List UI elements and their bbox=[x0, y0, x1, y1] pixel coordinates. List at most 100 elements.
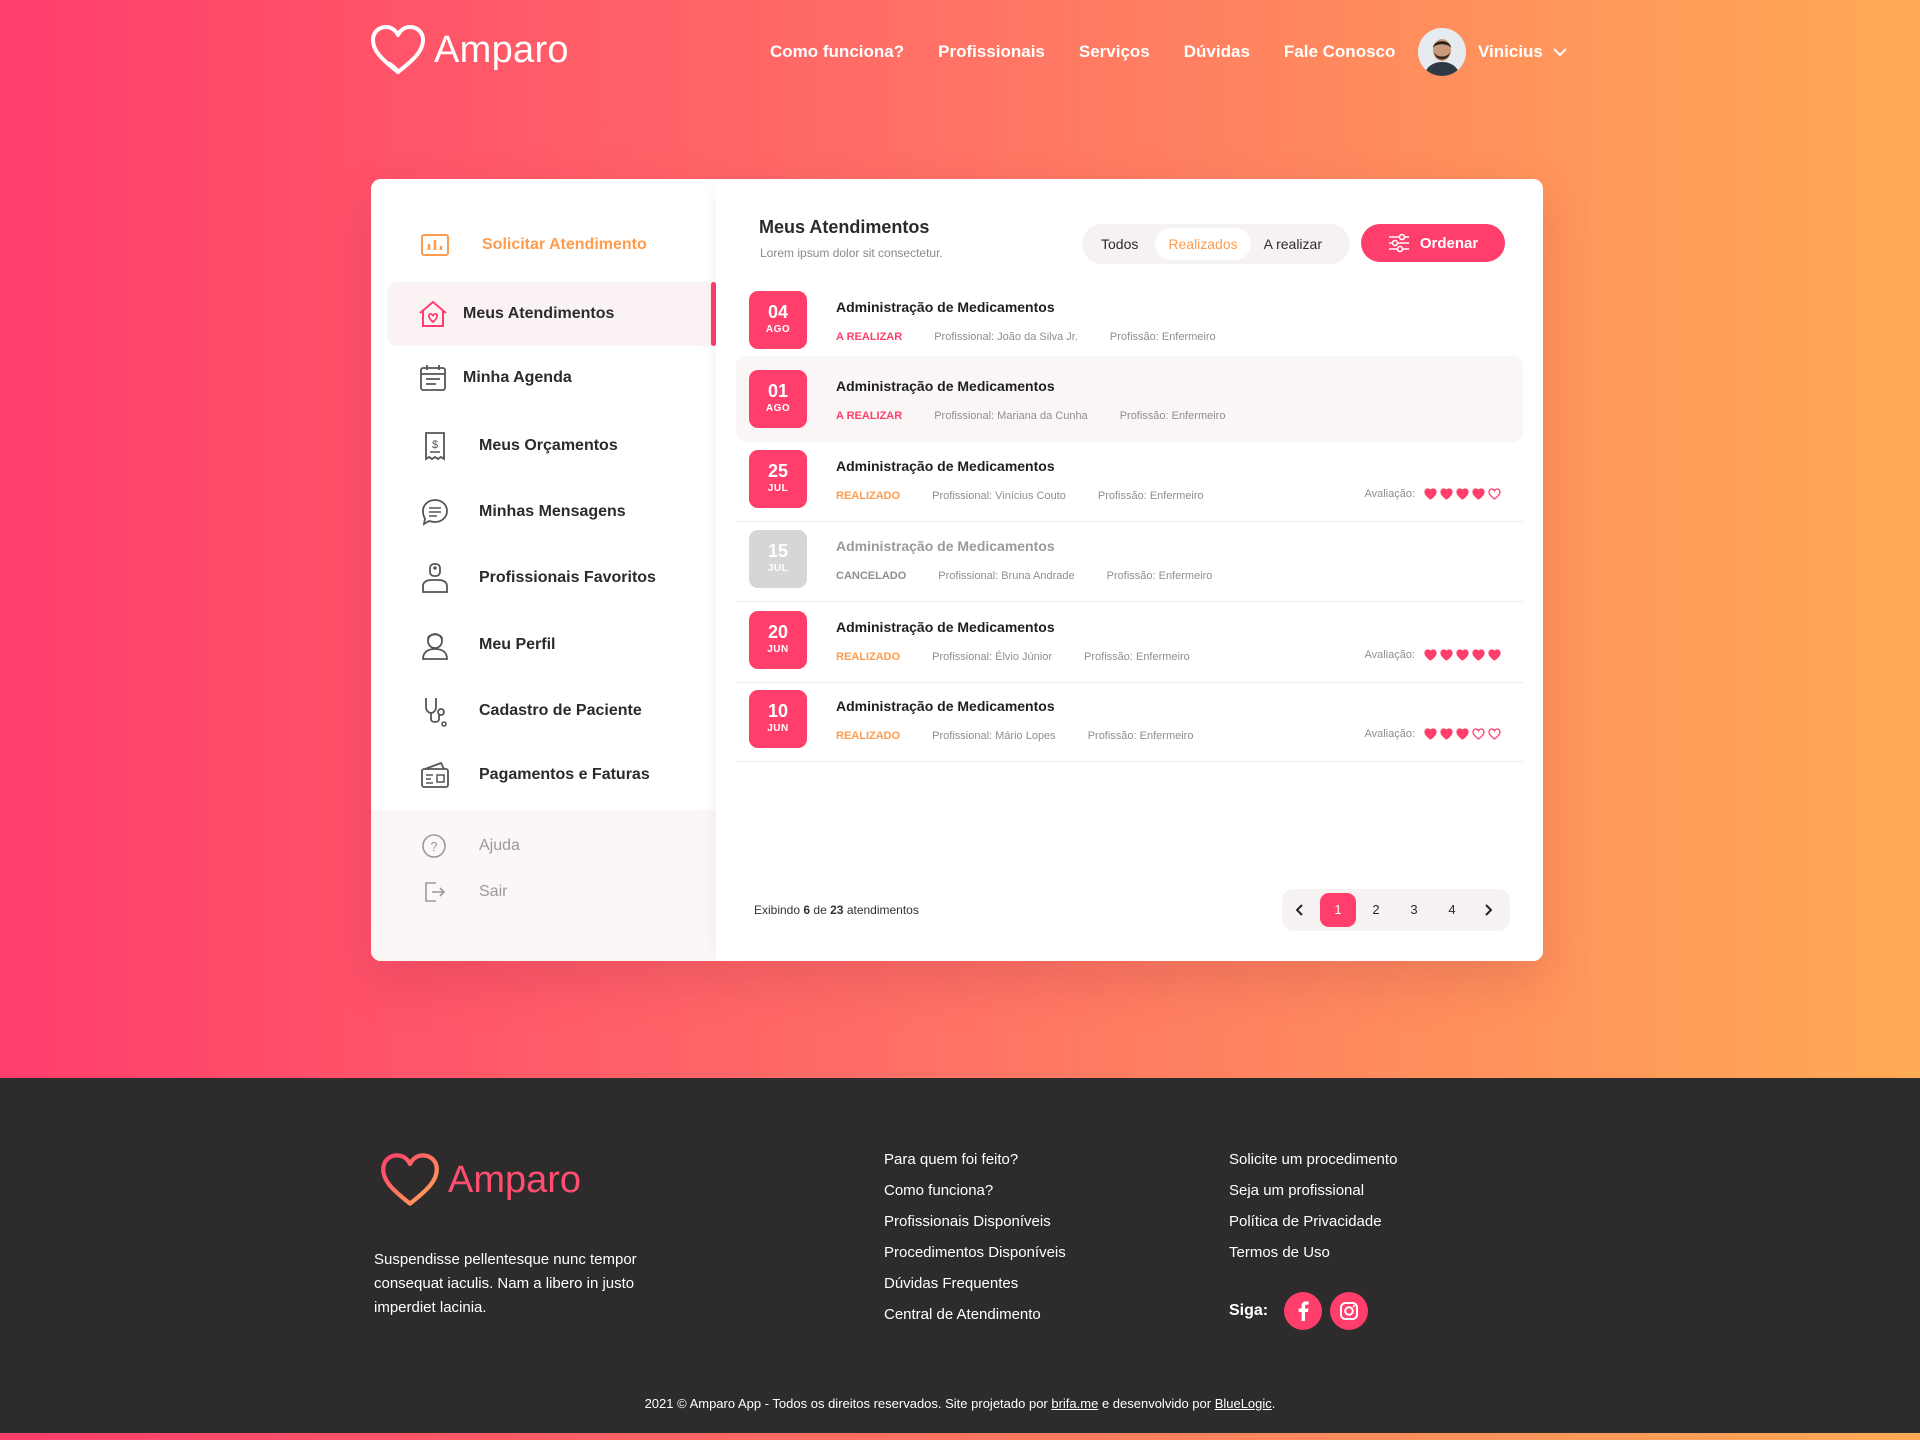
sidebar-item-agenda[interactable]: Minha Agenda bbox=[387, 346, 716, 410]
order-button[interactable]: Ordenar bbox=[1361, 224, 1505, 262]
appointment-title: Administração de Medicamentos bbox=[836, 619, 1055, 635]
filter-a-realizar[interactable]: A realizar bbox=[1251, 228, 1335, 260]
appointment-row[interactable]: 01 AGO Administração de Medicamentos A REAL… bbox=[736, 356, 1523, 442]
nav-como-funciona[interactable]: Como funciona? bbox=[770, 42, 904, 62]
sidebar-item-label: Minha Agenda bbox=[463, 369, 572, 386]
sidebar-item-label: Meu Perfil bbox=[479, 636, 556, 653]
next-page-button[interactable] bbox=[1470, 893, 1506, 927]
sidebar-item-perfil[interactable]: Meu Perfil bbox=[387, 613, 716, 677]
footer-link[interactable]: Termos de Uso bbox=[1229, 1237, 1397, 1268]
heart-logo-icon bbox=[371, 25, 425, 74]
logout-label: Sair bbox=[479, 883, 508, 900]
footer-logo[interactable]: Amparo bbox=[380, 1152, 581, 1208]
date-month: JUN bbox=[767, 723, 789, 734]
appointment-row[interactable]: 15 JUL Administração de Medicamentos CANCEL… bbox=[736, 516, 1523, 602]
date-month: JUL bbox=[767, 563, 789, 574]
brifa-link[interactable]: brifa.me bbox=[1051, 1396, 1098, 1411]
sidebar-item-meus-atendimentos[interactable]: Meus Atendimentos bbox=[387, 282, 716, 346]
prev-page-button[interactable] bbox=[1282, 893, 1318, 927]
footer-link[interactable]: Profissionais Disponíveis bbox=[884, 1206, 1066, 1237]
chevron-right-icon bbox=[1485, 904, 1492, 916]
chart-icon bbox=[421, 234, 449, 256]
profession: Profissão: Enfermeiro bbox=[1097, 490, 1204, 502]
date-day: 20 bbox=[767, 622, 789, 642]
social-links: Siga: bbox=[1229, 1292, 1369, 1330]
logout-link[interactable]: Sair bbox=[387, 870, 716, 914]
heart-filled-icon bbox=[1472, 488, 1485, 500]
date-day: 01 bbox=[767, 381, 789, 401]
footer-gradient-bar bbox=[0, 1433, 1920, 1440]
instagram-button[interactable] bbox=[1330, 1292, 1369, 1330]
appointment-row[interactable]: 04 AGO Administração de Medicamentos A REAL… bbox=[736, 277, 1523, 363]
heart-filled-icon bbox=[1440, 649, 1453, 661]
footer-link[interactable]: Dúvidas Frequentes bbox=[884, 1268, 1066, 1299]
heart-filled-icon bbox=[1424, 649, 1437, 661]
profession: Profissão: Enfermeiro bbox=[1106, 570, 1213, 582]
date-day: 15 bbox=[767, 541, 789, 561]
facebook-icon bbox=[1298, 1301, 1309, 1321]
footer-link[interactable]: Política de Privacidade bbox=[1229, 1206, 1397, 1237]
footer-link[interactable]: Como funciona? bbox=[884, 1175, 1066, 1206]
chevron-down-icon bbox=[1553, 47, 1567, 56]
sidebar-item-pagamentos[interactable]: Pagamentos e Faturas bbox=[387, 743, 716, 807]
heart-filled-icon bbox=[1440, 488, 1453, 500]
footer-link[interactable]: Solicite um procedimento bbox=[1229, 1144, 1397, 1175]
user-menu[interactable]: Vinicius bbox=[1418, 28, 1567, 76]
date-badge: 04 AGO bbox=[749, 291, 807, 349]
svg-text:?: ? bbox=[430, 839, 437, 854]
bluelogic-link[interactable]: BlueLogic bbox=[1215, 1396, 1272, 1411]
nav-fale-conosco[interactable]: Fale Conosco bbox=[1284, 42, 1395, 62]
appointment-row[interactable]: 25 JUL Administração de Medicamentos REALIZ… bbox=[736, 436, 1523, 522]
appointments-card: Solicitar Atendimento Meus Atendimentos … bbox=[371, 179, 1543, 961]
avatar bbox=[1418, 28, 1466, 76]
page-2-button[interactable]: 2 bbox=[1358, 893, 1394, 927]
page-1-button[interactable]: 1 bbox=[1320, 893, 1356, 927]
footer-link[interactable]: Procedimentos Disponíveis bbox=[884, 1237, 1066, 1268]
professional-name: Profissional: Mário Lopes bbox=[932, 730, 1056, 742]
date-day: 04 bbox=[767, 302, 789, 322]
status-badge: A REALIZAR bbox=[836, 331, 903, 343]
sidebar-item-label: Meus Orçamentos bbox=[479, 437, 618, 454]
logo[interactable]: Amparo bbox=[370, 24, 569, 76]
filter-realizados[interactable]: Realizados bbox=[1155, 228, 1251, 260]
footer-link[interactable]: Central de Atendimento bbox=[884, 1299, 1066, 1330]
sliders-icon bbox=[1388, 233, 1409, 253]
professional-name: Profissional: Bruna Andrade bbox=[938, 570, 1075, 582]
footer-links-1: Para quem foi feito? Como funciona? Prof… bbox=[884, 1144, 1066, 1330]
date-month: JUN bbox=[767, 644, 789, 655]
sidebar-item-solicitar[interactable]: Solicitar Atendimento bbox=[387, 213, 716, 277]
nav-profissionais[interactable]: Profissionais bbox=[938, 42, 1045, 62]
facebook-button[interactable] bbox=[1284, 1292, 1323, 1330]
heart-filled-icon bbox=[1456, 649, 1469, 661]
calendar-icon bbox=[420, 365, 446, 391]
sidebar-item-mensagens[interactable]: Minhas Mensagens bbox=[387, 480, 716, 544]
footer-logo-text: Amparo bbox=[448, 1158, 582, 1201]
chevron-left-icon bbox=[1296, 904, 1303, 916]
rating: Avaliação: bbox=[1364, 649, 1501, 661]
heart-filled-icon bbox=[1424, 728, 1437, 740]
page-3-button[interactable]: 3 bbox=[1396, 893, 1432, 927]
logo-text: Amparo bbox=[434, 28, 569, 71]
date-day: 25 bbox=[767, 461, 789, 481]
rating: Avaliação: bbox=[1364, 488, 1501, 500]
professional-name: Profissional: Vinícius Couto bbox=[932, 490, 1066, 502]
nav-servicos[interactable]: Serviços bbox=[1079, 42, 1150, 62]
footer-link[interactable]: Seja um profissional bbox=[1229, 1175, 1397, 1206]
sidebar-item-orcamentos[interactable]: $ Meus Orçamentos bbox=[387, 414, 716, 478]
sidebar-item-label: Profissionais Favoritos bbox=[479, 569, 656, 586]
help-link[interactable]: ? Ajuda bbox=[387, 824, 716, 868]
page-4-button[interactable]: 4 bbox=[1434, 893, 1470, 927]
rating: Avaliação: bbox=[1364, 728, 1501, 740]
filter-todos[interactable]: Todos bbox=[1088, 228, 1151, 260]
footer-link[interactable]: Para quem foi feito? bbox=[884, 1144, 1066, 1175]
sidebar-item-cadastro[interactable]: Cadastro de Paciente bbox=[387, 679, 716, 743]
heart-filled-icon bbox=[1424, 488, 1437, 500]
appointment-row[interactable]: 10 JUN Administração de Medicamentos REALIZ… bbox=[736, 676, 1523, 762]
order-label: Ordenar bbox=[1419, 234, 1479, 252]
sidebar-item-favoritos[interactable]: Profissionais Favoritos bbox=[387, 546, 716, 610]
nav-duvidas[interactable]: Dúvidas bbox=[1184, 42, 1250, 62]
appointment-row[interactable]: 20 JUN Administração de Medicamentos REALIZ… bbox=[736, 597, 1523, 683]
sidebar-item-label: Meus Atendimentos bbox=[463, 305, 615, 322]
stethoscope-icon bbox=[425, 698, 447, 727]
status-badge: A REALIZAR bbox=[836, 410, 903, 422]
